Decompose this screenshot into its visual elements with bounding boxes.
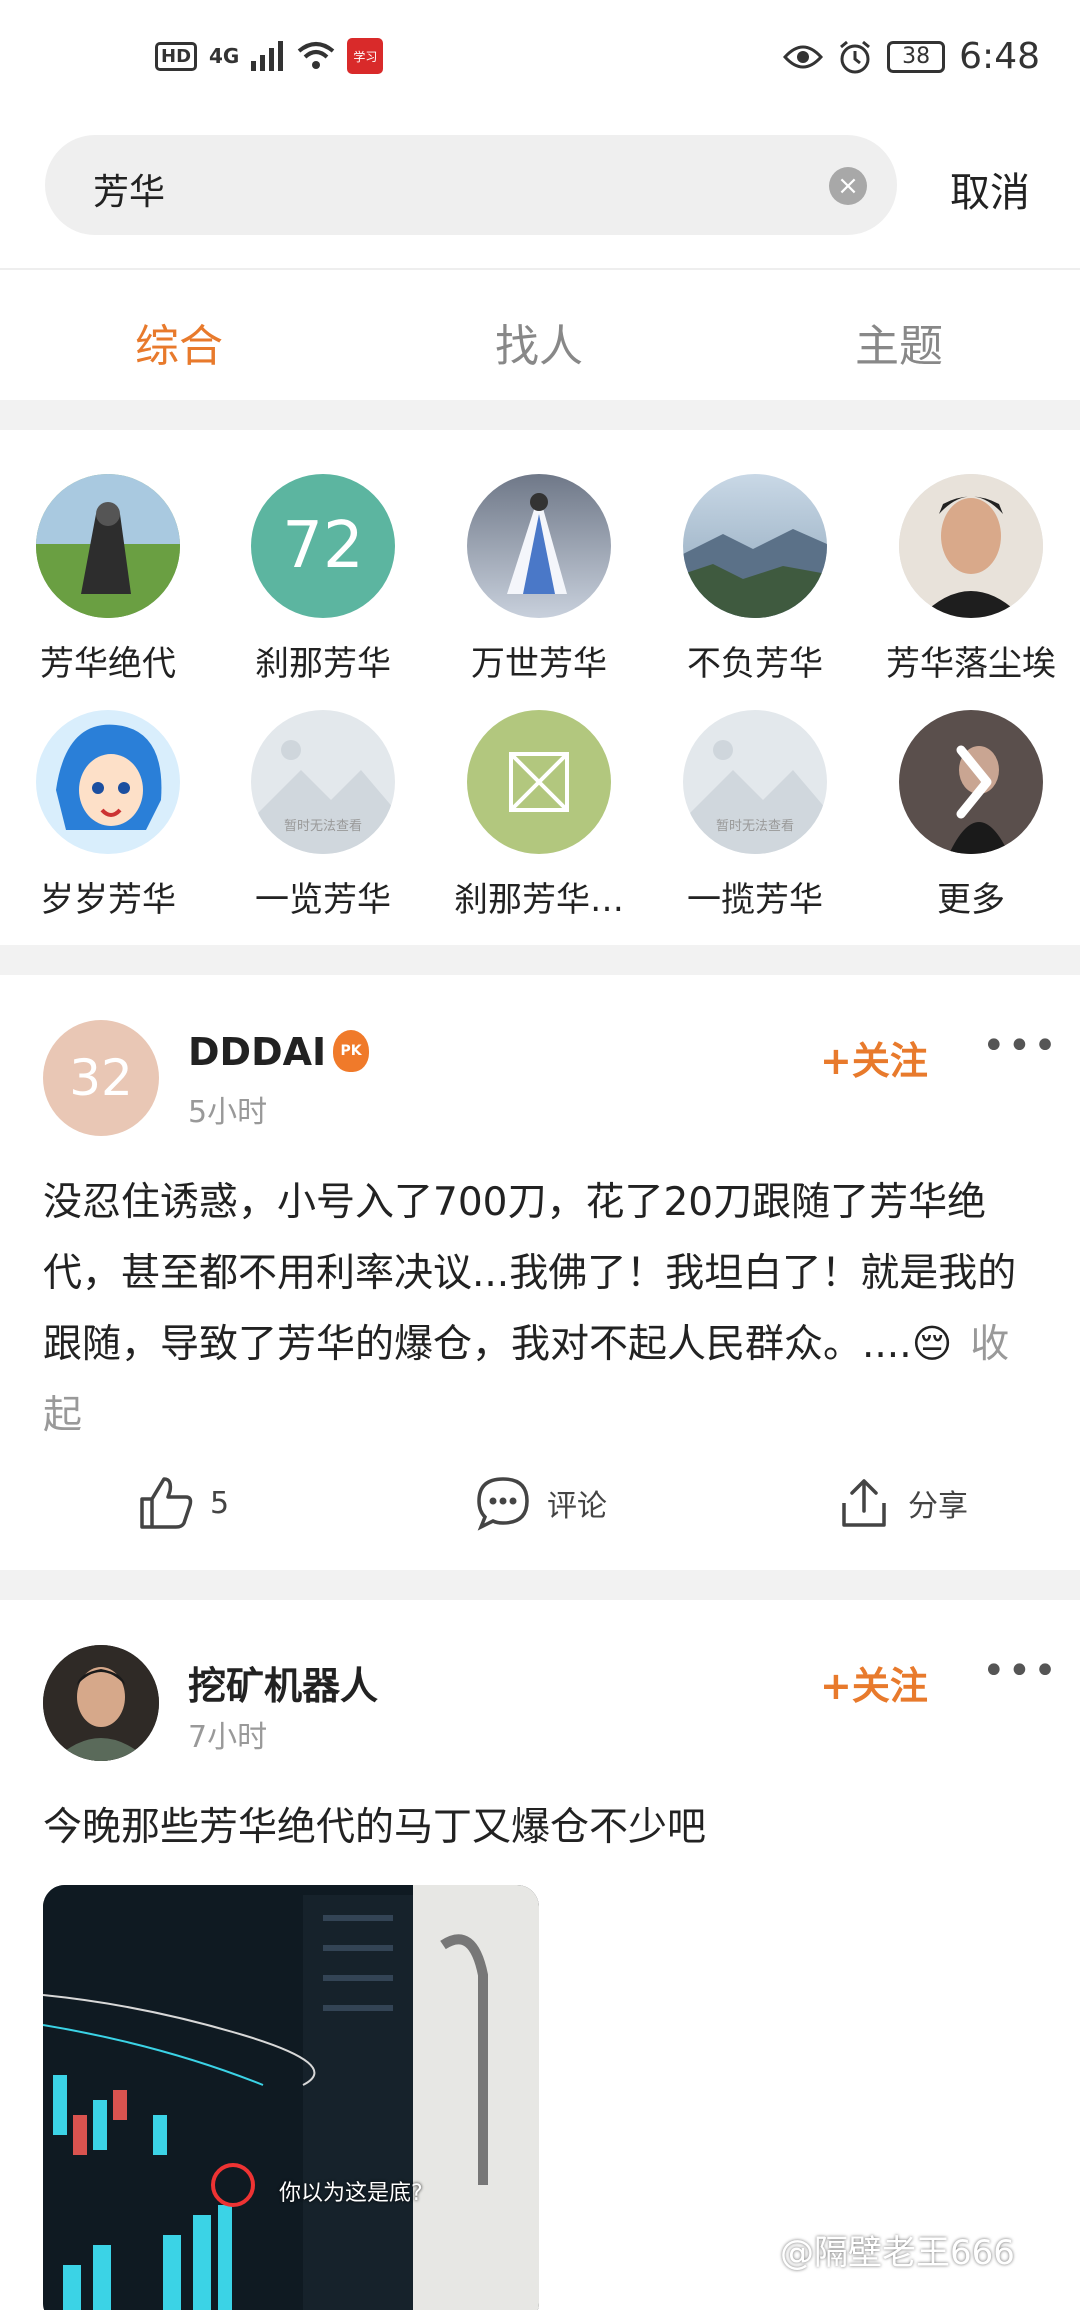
comment-button[interactable]: 评论 xyxy=(475,1475,607,1531)
cancel-button[interactable]: 取消 xyxy=(950,160,1030,218)
eye-icon xyxy=(783,45,824,68)
avatar xyxy=(467,474,611,618)
share-icon xyxy=(842,1479,886,1527)
user-name: 芳华绝代 xyxy=(40,644,176,684)
more-options-icon[interactable]: ••• xyxy=(982,1648,1059,1694)
status-bar: HD 4G 学习 38 6:48 xyxy=(0,0,1080,120)
post-body: 没忍住诱惑，小号入了700刀，花了20刀跟随了芳华绝代，甚至都不用利率决议...… xyxy=(43,1180,1017,1438)
tab-bar: 综合 找人 主题 xyxy=(0,300,1080,380)
tab-all[interactable]: 综合 xyxy=(135,310,223,374)
user-name: 一揽芳华 xyxy=(687,880,823,920)
user-item[interactable]: 暂时无法查看 一揽芳华 xyxy=(650,710,860,921)
user-item[interactable]: 芳华绝代 xyxy=(3,474,213,685)
user-item[interactable]: 刹那芳华… xyxy=(434,710,644,921)
share-label: 分享 xyxy=(908,1489,968,1524)
section-divider xyxy=(0,945,1080,975)
post-author[interactable]: DDDAI xyxy=(188,1030,326,1074)
user-name: 万世芳华 xyxy=(471,644,607,684)
battery-icon: 38 xyxy=(887,40,946,73)
avatar[interactable] xyxy=(43,1645,159,1761)
user-name: 芳华落尘埃 xyxy=(886,644,1056,684)
user-item[interactable]: 暂时无法查看 一览芳华 xyxy=(218,710,428,921)
user-name: 刹那芳华 xyxy=(255,644,391,684)
comment-label: 评论 xyxy=(547,1489,607,1524)
avatar xyxy=(36,474,180,618)
follow-button[interactable]: +关注 xyxy=(820,1030,928,1085)
avatar[interactable]: 32 xyxy=(43,1020,159,1136)
post-card: 32 DDDAI PK 5小时 +关注 ••• 没忍住诱惑，小号入了700刀，花… xyxy=(0,975,1080,1570)
user-item[interactable]: 岁岁芳华 xyxy=(3,710,213,921)
follow-button[interactable]: +关注 xyxy=(820,1655,928,1710)
like-count: 5 xyxy=(210,1485,230,1521)
tab-topics[interactable]: 主题 xyxy=(855,310,943,374)
avatar-placeholder: 暂时无法查看 xyxy=(251,710,395,854)
user-name: 岁岁芳华 xyxy=(40,880,176,920)
comment-icon xyxy=(477,1477,529,1531)
alarm-icon xyxy=(840,40,871,73)
share-button[interactable]: 分享 xyxy=(836,1475,968,1531)
signal-icon xyxy=(251,41,284,71)
user-item[interactable]: 芳华落尘埃 xyxy=(866,474,1076,685)
wifi-icon xyxy=(298,42,335,69)
search-query[interactable]: 芳华 xyxy=(93,163,165,215)
section-divider xyxy=(0,1570,1080,1600)
app-notification-icon: 学习 xyxy=(347,38,384,74)
user-name: 刹那芳华… xyxy=(454,880,624,920)
user-item[interactable]: 万世芳华 xyxy=(434,474,644,685)
search-input[interactable]: 芳华 × xyxy=(45,135,897,235)
post-time: 5小时 xyxy=(188,1095,268,1130)
post-time: 7小时 xyxy=(188,1720,268,1755)
post-actions: 5 评论 分享 xyxy=(0,1475,1080,1555)
more-users[interactable]: 更多 xyxy=(866,710,1076,921)
network-type: 4G xyxy=(209,44,240,68)
clock: 6:48 xyxy=(959,36,1040,77)
avatar: 72 xyxy=(251,474,395,618)
user-name: 不负芳华 xyxy=(687,644,823,684)
divider xyxy=(0,268,1080,270)
pk-badge-icon: PK xyxy=(333,1030,369,1072)
watermark: @隔壁老王666 xyxy=(780,2233,1015,2273)
clear-icon[interactable]: × xyxy=(829,167,867,205)
post-author[interactable]: 挖矿机器人 xyxy=(188,1655,378,1710)
avatar-placeholder: 暂时无法查看 xyxy=(683,710,827,854)
avatar xyxy=(683,474,827,618)
hd-icon: HD xyxy=(155,41,198,71)
user-results: 芳华绝代 72 刹那芳华 万世芳华 不负芳华 芳华落尘埃 岁岁芳华 暂时无法查看 xyxy=(0,430,1080,945)
tab-people[interactable]: 找人 xyxy=(495,310,583,374)
user-item[interactable]: 72 刹那芳华 xyxy=(218,474,428,685)
user-item[interactable]: 不负芳华 xyxy=(650,474,860,685)
image-caption: 你以为这是底? xyxy=(279,2181,423,2206)
user-name: 更多 xyxy=(937,880,1005,920)
post-body: 今晚那些芳华绝代的马丁又爆仓不少吧 xyxy=(43,1805,707,1850)
section-divider xyxy=(0,400,1080,430)
post-image[interactable]: 你以为这是底? xyxy=(43,1885,539,2310)
post-card: 挖矿机器人 7小时 +关注 ••• 今晚那些芳华绝代的马丁又爆仓不少吧 你以为这… xyxy=(0,1600,1080,2310)
chevron-right-icon xyxy=(899,710,1043,854)
user-name: 一览芳华 xyxy=(255,880,391,920)
like-button[interactable]: 5 xyxy=(138,1475,229,1531)
avatar xyxy=(36,710,180,854)
avatar xyxy=(899,474,1043,618)
image-placeholder-icon xyxy=(467,710,611,854)
thumbs-up-icon xyxy=(140,1477,193,1529)
more-options-icon[interactable]: ••• xyxy=(982,1023,1059,1069)
